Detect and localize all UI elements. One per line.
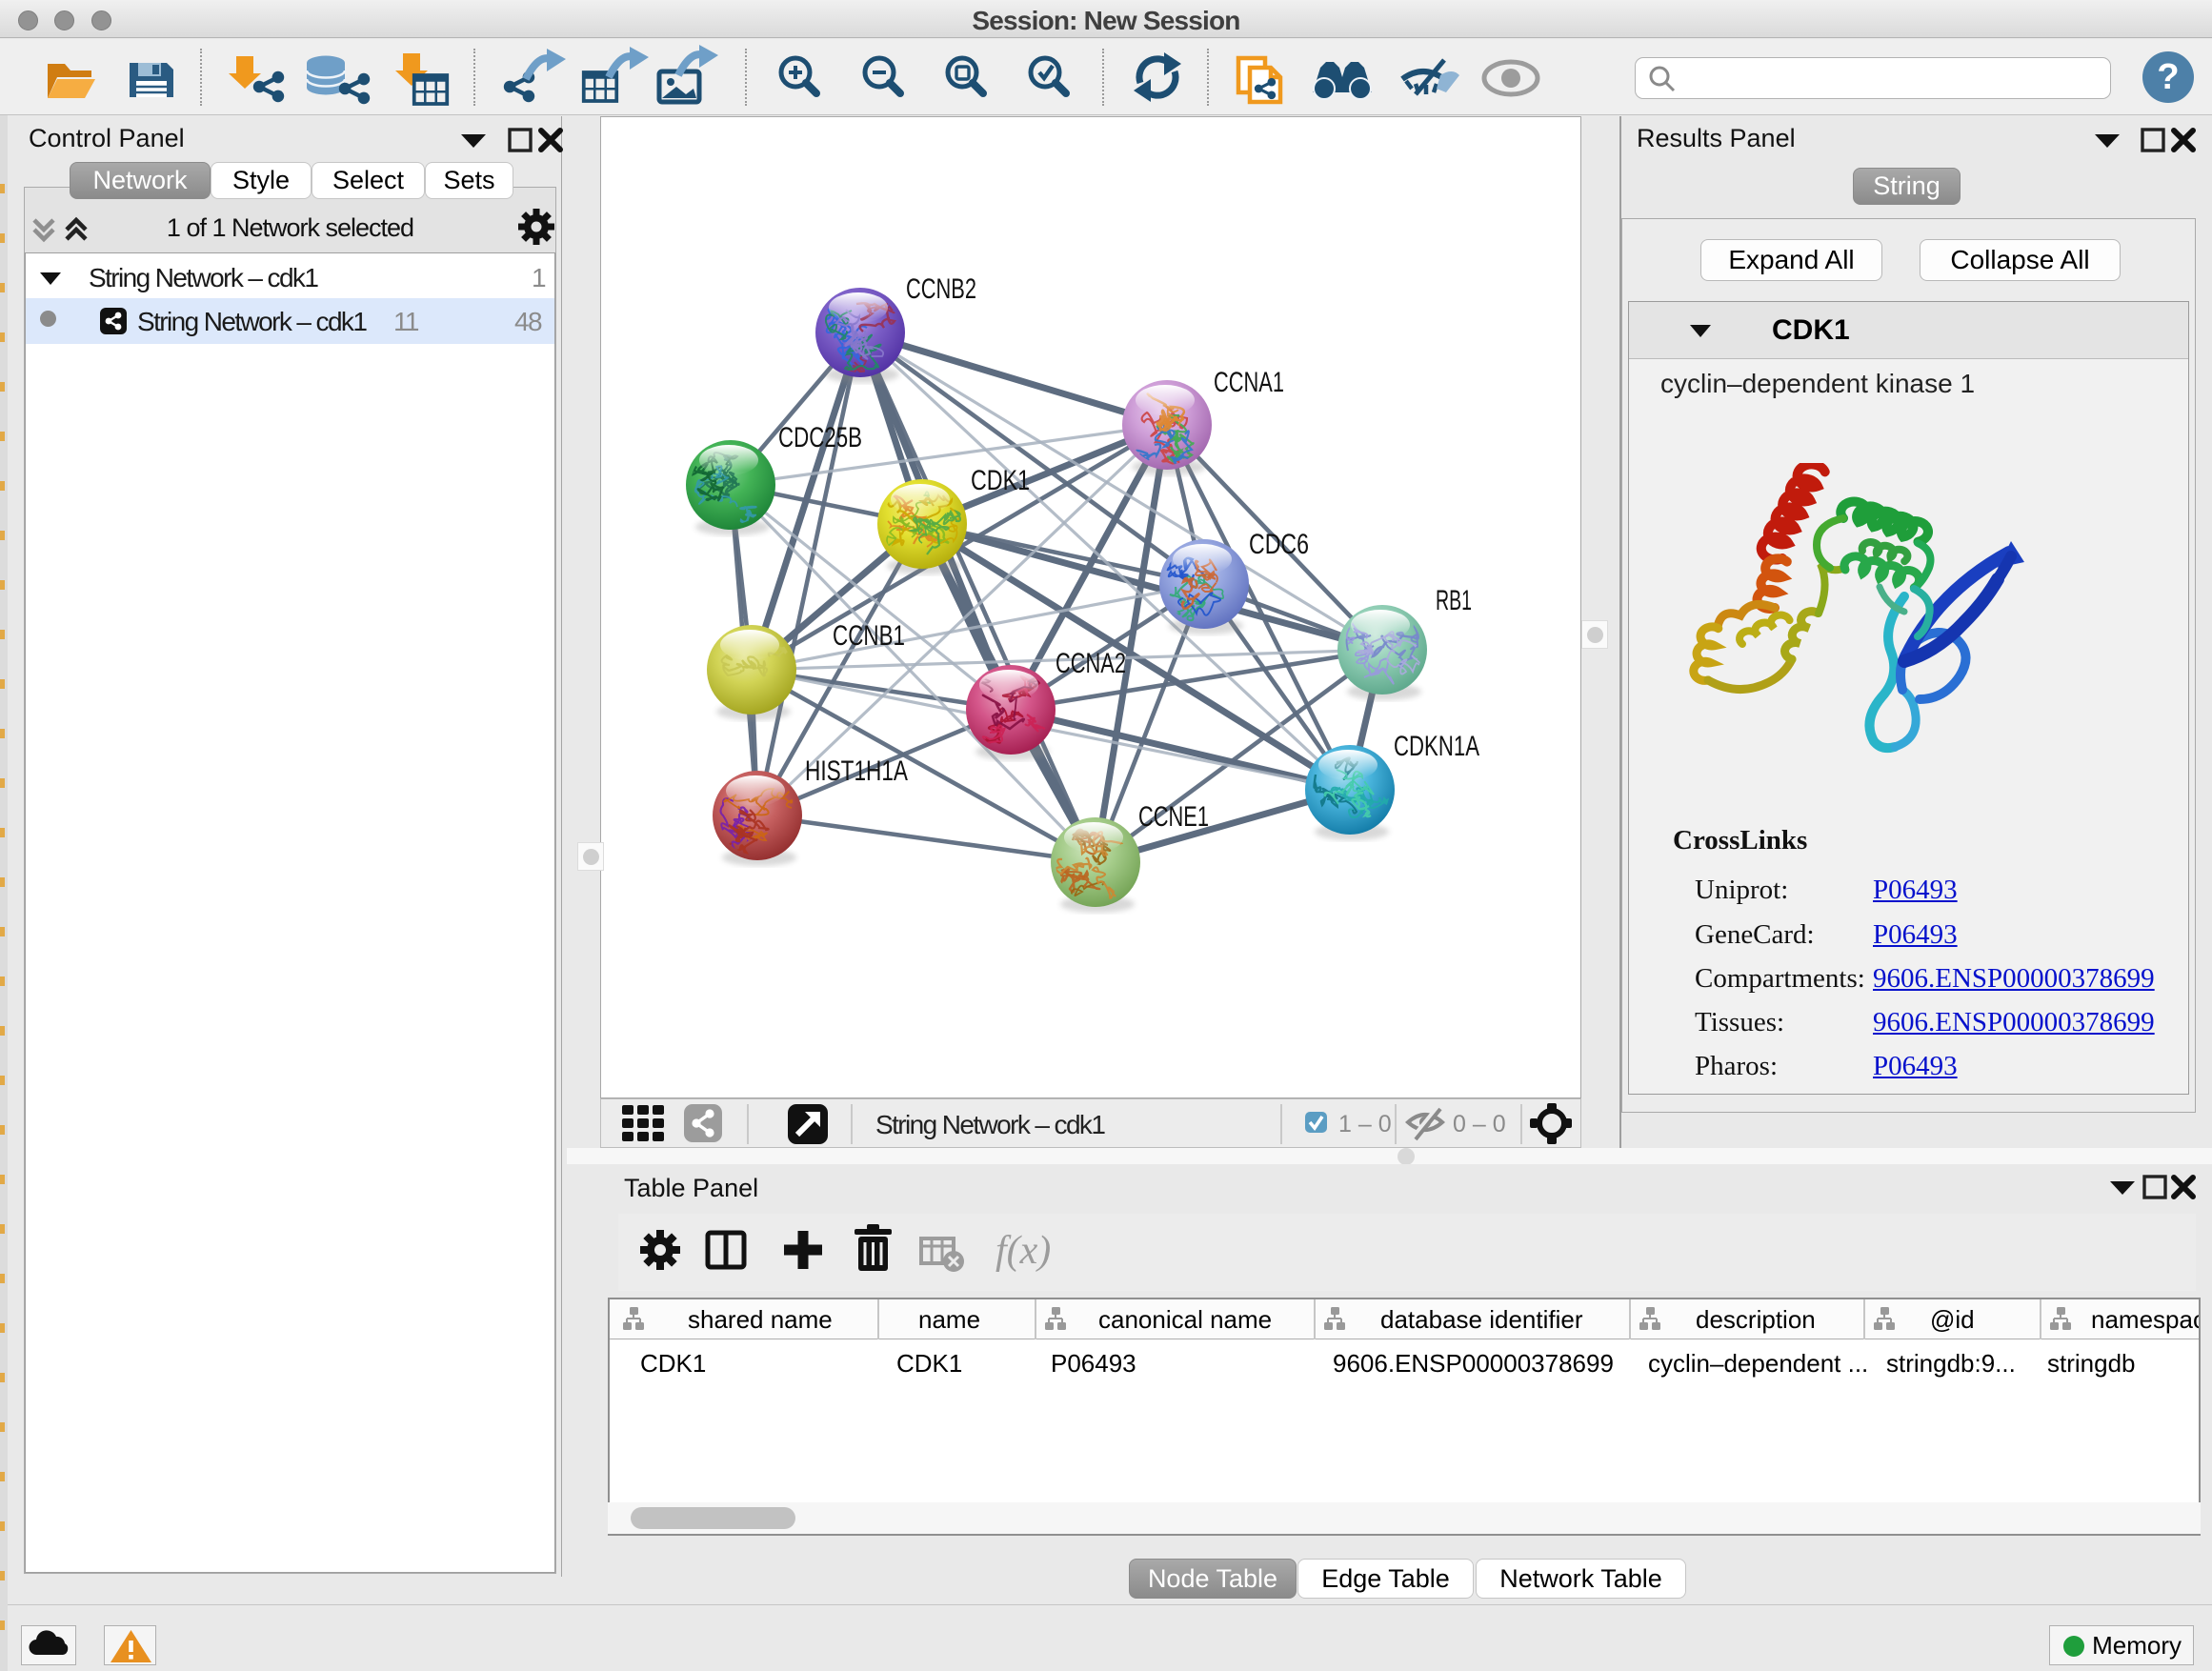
svg-text:RB1: RB1 xyxy=(1436,585,1472,616)
svg-text:canonical name: canonical name xyxy=(1098,1305,1272,1334)
svg-text:0 – 0: 0 – 0 xyxy=(1453,1111,1506,1137)
svg-text:@id: @id xyxy=(1930,1305,1975,1334)
svg-text:CCNA1: CCNA1 xyxy=(1214,367,1284,398)
svg-text:f(x): f(x) xyxy=(995,1229,1051,1273)
svg-text:CCNB1: CCNB1 xyxy=(833,620,905,652)
svg-text:shared name: shared name xyxy=(688,1305,833,1334)
svg-text:HIST1H1A: HIST1H1A xyxy=(805,755,908,787)
svg-text:CCNA2: CCNA2 xyxy=(1056,648,1126,679)
svg-text:CDKN1A: CDKN1A xyxy=(1394,731,1479,762)
svg-text:CDC25B: CDC25B xyxy=(778,422,862,453)
svg-text:database identifier: database identifier xyxy=(1380,1305,1583,1334)
svg-text:CDC6: CDC6 xyxy=(1249,529,1309,560)
svg-text:namespac: namespac xyxy=(2091,1305,2199,1334)
svg-text:CDK1: CDK1 xyxy=(971,465,1030,496)
svg-text:name: name xyxy=(918,1305,980,1334)
svg-text:1 – 0: 1 – 0 xyxy=(1338,1111,1392,1137)
svg-text:CCNB2: CCNB2 xyxy=(906,273,976,305)
svg-text:description: description xyxy=(1696,1305,1816,1334)
svg-text:CCNE1: CCNE1 xyxy=(1138,801,1209,833)
